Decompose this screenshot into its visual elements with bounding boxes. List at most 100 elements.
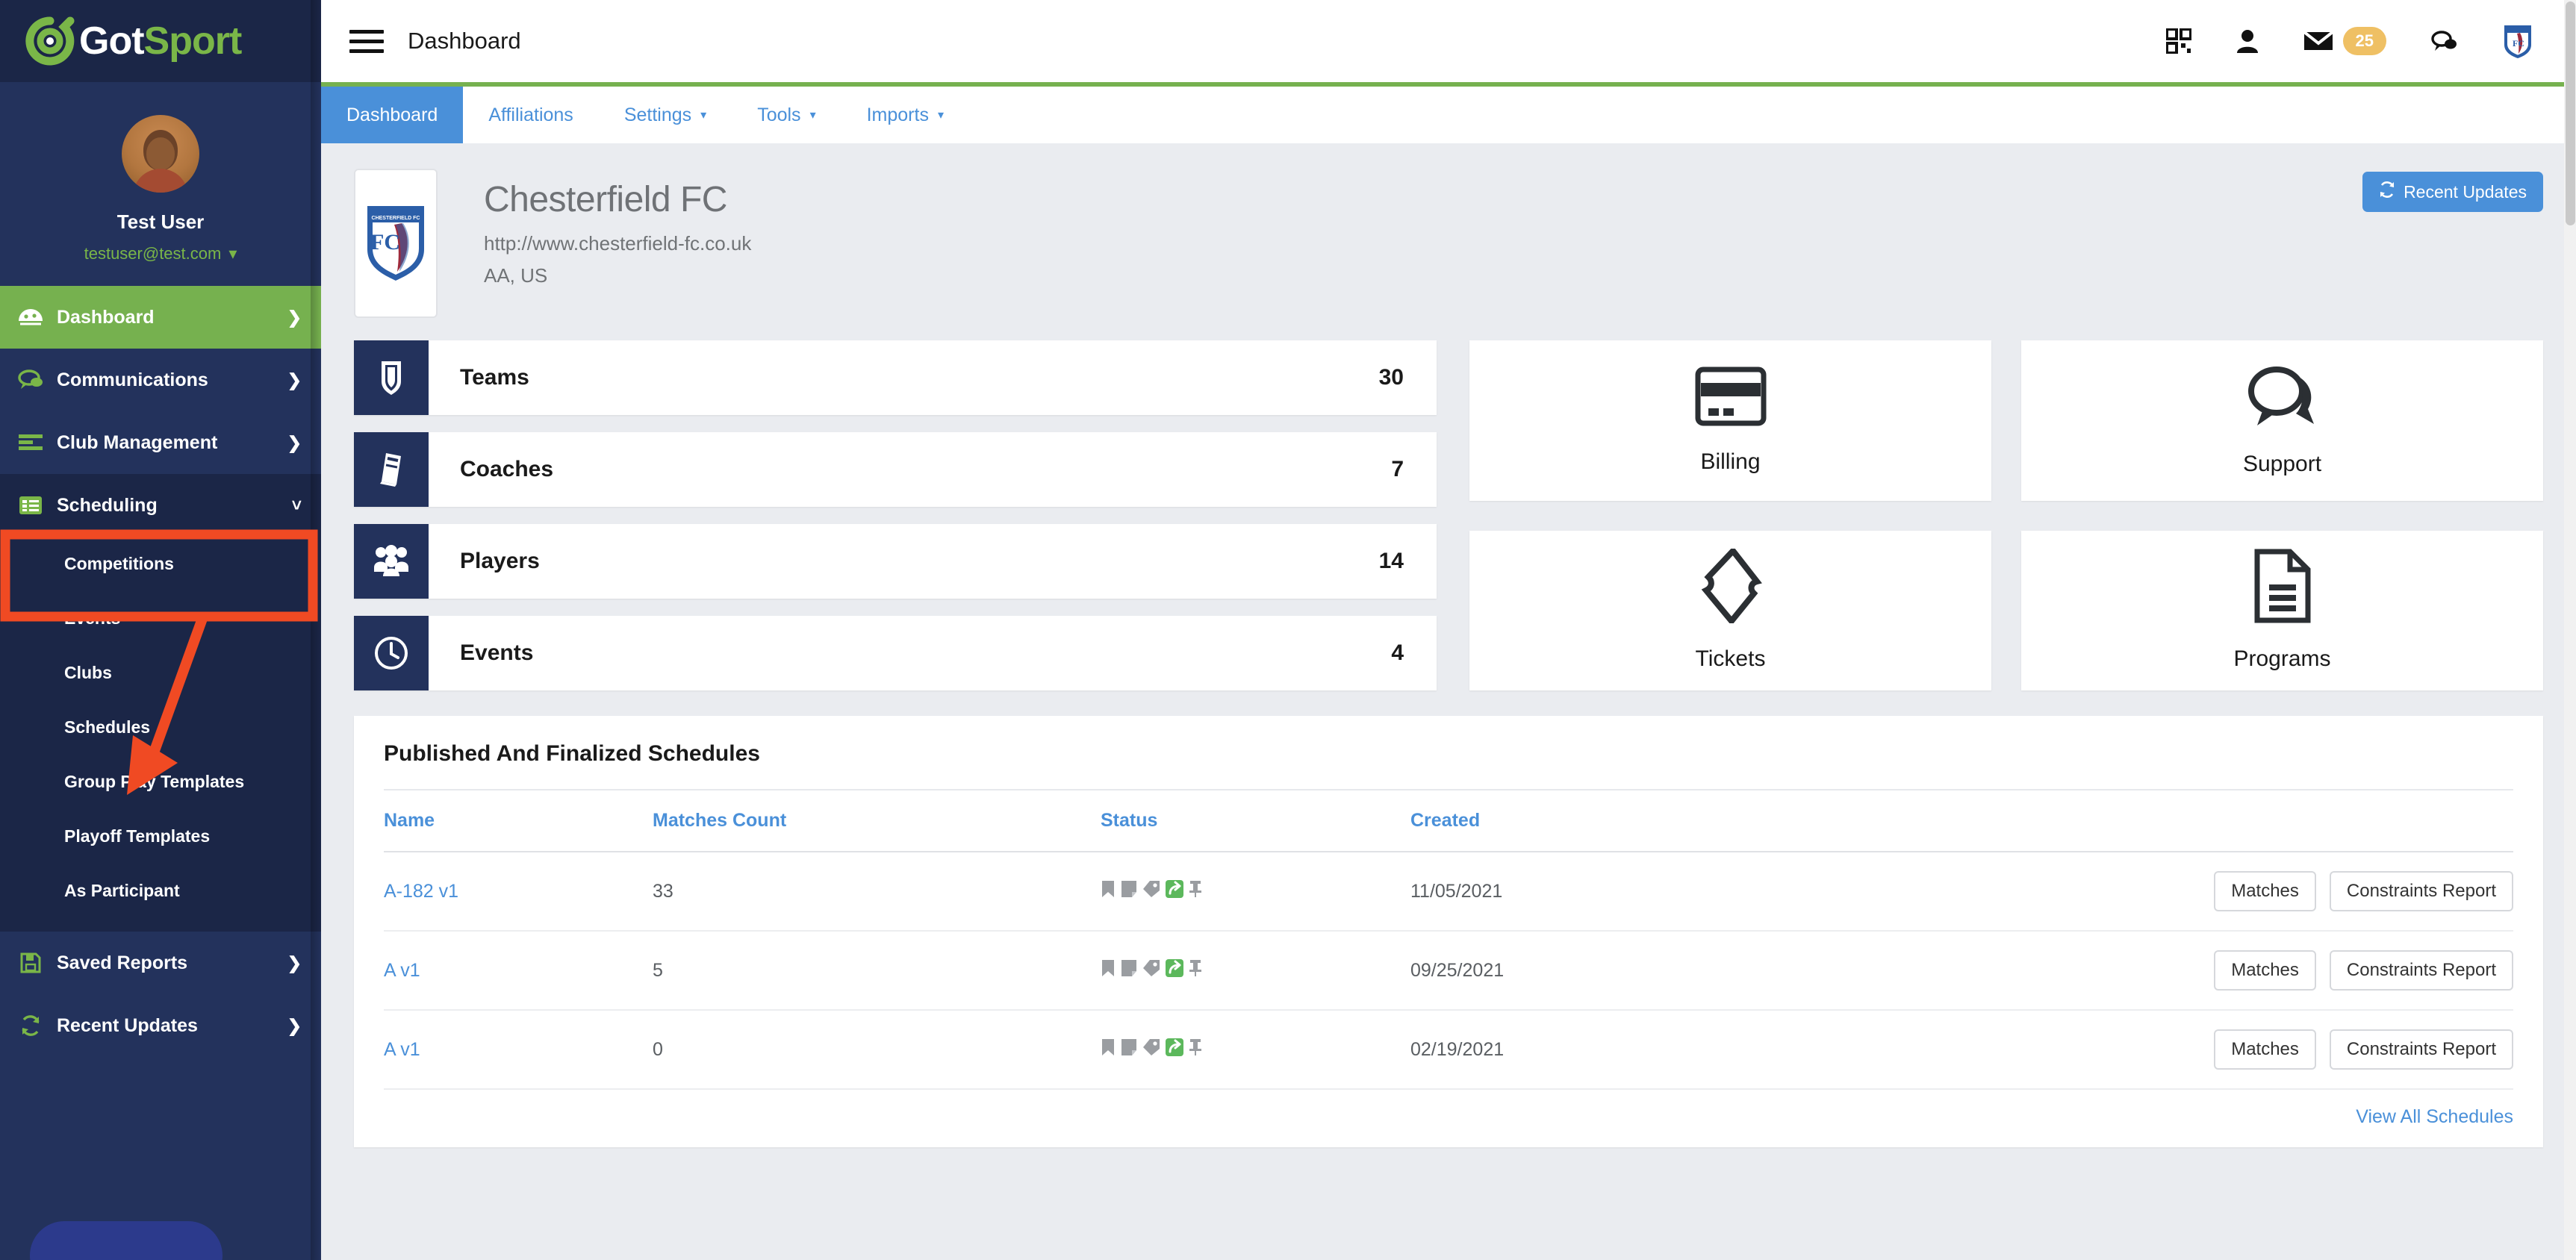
chesterfield-fc-crest-icon: CHESTERFIELD FC FC — [364, 203, 427, 284]
bookmark-icon[interactable] — [1101, 880, 1116, 903]
cell-name: A v1 — [384, 931, 653, 1011]
tag-icon[interactable] — [1142, 959, 1160, 982]
sidebar-item-dashboard[interactable]: Dashboard ❯ — [0, 286, 321, 349]
cell-status — [1101, 852, 1410, 932]
main-area: Dashboard 25 FC Dashboard Affiliations S… — [321, 0, 2576, 1260]
tab-imports[interactable]: Imports ▾ — [841, 87, 969, 143]
cell-matches-count: 0 — [653, 1010, 1101, 1090]
column-header-name[interactable]: Name — [384, 789, 653, 852]
tile-billing[interactable]: Billing — [1469, 340, 1991, 501]
share-publish-icon[interactable] — [1166, 1038, 1183, 1061]
stat-row-players[interactable]: Players 14 — [354, 524, 1437, 599]
pushpin-icon[interactable] — [1189, 959, 1202, 982]
sidebar-item-scheduling[interactable]: Scheduling ˅ — [0, 474, 321, 537]
sidebar-item-communications[interactable]: Communications ❯ — [0, 349, 321, 411]
tile-tickets[interactable]: Tickets — [1469, 530, 1991, 690]
constraints-report-button[interactable]: Constraints Report — [2329, 950, 2513, 991]
gotsport-target-logo-icon — [25, 16, 75, 66]
sticky-note-icon[interactable] — [1121, 959, 1137, 982]
column-header-status[interactable]: Status — [1101, 789, 1410, 852]
sidebar-subitem-competitions[interactable]: Competitions — [0, 537, 321, 591]
hamburger-menu-icon[interactable] — [349, 29, 384, 53]
sidebar-subitem-as-participant[interactable]: As Participant — [0, 864, 321, 918]
column-header-matches-count[interactable]: Matches Count — [653, 789, 1101, 852]
schedule-name-link[interactable]: A-182 v1 — [384, 881, 458, 902]
tab-affiliations[interactable]: Affiliations — [463, 87, 599, 143]
topbar: Dashboard 25 FC — [321, 0, 2576, 87]
avatar[interactable] — [122, 115, 199, 193]
stat-row-coaches[interactable]: Coaches 7 — [354, 432, 1437, 507]
club-crest-icon[interactable]: FC — [2503, 23, 2533, 59]
ticket-icon — [1699, 546, 1763, 627]
cell-status — [1101, 1010, 1410, 1090]
sidebar-item-saved-reports[interactable]: Saved Reports ❯ — [0, 932, 321, 994]
bookmark-icon[interactable] — [1101, 1038, 1116, 1061]
sticky-note-icon[interactable] — [1121, 1038, 1137, 1061]
tab-settings[interactable]: Settings ▾ — [599, 87, 732, 143]
sidebar-subitem-label: Events — [64, 608, 121, 628]
sticky-note-icon[interactable] — [1121, 880, 1137, 903]
tag-icon[interactable] — [1142, 1038, 1160, 1061]
pushpin-icon[interactable] — [1189, 1038, 1202, 1061]
view-all-schedules-link[interactable]: View All Schedules — [2356, 1106, 2513, 1127]
tile-support[interactable]: Support — [2021, 340, 2543, 501]
column-header-created[interactable]: Created — [1410, 789, 1761, 852]
share-publish-icon[interactable] — [1166, 879, 1183, 903]
tab-label: Imports — [866, 104, 929, 125]
profile-email-dropdown[interactable]: testuser@test.com ▾ — [0, 244, 321, 263]
cell-actions: Matches Constraints Report — [1761, 852, 2513, 932]
sidebar-subitem-group-play-templates[interactable]: Group Play Templates — [0, 755, 321, 809]
floppy-save-icon — [16, 952, 45, 973]
user-profile-icon[interactable] — [2236, 28, 2259, 54]
chat-help-widget[interactable] — [30, 1221, 223, 1260]
brand-logo[interactable]: GotSport — [0, 0, 321, 82]
sub-tabbar: Dashboard Affiliations Settings ▾ Tools ▾ … — [321, 87, 2576, 143]
matches-button[interactable]: Matches — [2214, 950, 2316, 991]
page-title: Dashboard — [408, 28, 521, 54]
sidebar-subitem-clubs[interactable]: Clubs — [0, 646, 321, 700]
list-bars-icon — [16, 434, 45, 452]
cell-actions: Matches Constraints Report — [1761, 931, 2513, 1011]
schedule-name-link[interactable]: A v1 — [384, 1039, 420, 1060]
vertical-scrollbar-thumb[interactable] — [2566, 1, 2575, 225]
stat-row-events[interactable]: Events 4 — [354, 616, 1437, 690]
stat-value: 7 — [1391, 457, 1404, 481]
share-publish-icon[interactable] — [1166, 958, 1183, 982]
sidebar-item-recent-updates[interactable]: Recent Updates ❯ — [0, 994, 321, 1057]
tile-label: Tickets — [1695, 646, 1766, 672]
tile-label: Billing — [1700, 449, 1761, 474]
qr-code-icon[interactable] — [2165, 28, 2191, 54]
chevron-right-icon: ❯ — [287, 1015, 302, 1035]
envelope-mail-icon[interactable]: 25 — [2303, 27, 2386, 55]
tile-programs[interactable]: Programs — [2021, 530, 2543, 690]
sidebar-subitem-events[interactable]: Events — [0, 591, 321, 646]
sidebar-subitem-label: Schedules — [64, 717, 151, 737]
tag-icon[interactable] — [1142, 880, 1160, 903]
svg-text:FC: FC — [370, 230, 400, 255]
tab-dashboard[interactable]: Dashboard — [321, 87, 464, 143]
stats-column: Teams 30 Coaches 7 Players 14 Events 4 — [354, 340, 1437, 690]
matches-button[interactable]: Matches — [2214, 871, 2316, 911]
chat-bubble-icon[interactable] — [2431, 30, 2458, 52]
tab-tools[interactable]: Tools ▾ — [732, 87, 841, 143]
constraints-report-button[interactable]: Constraints Report — [2329, 1029, 2513, 1070]
published-schedules-card: Published And Finalized Schedules Name M… — [354, 716, 2543, 1147]
stat-row-teams[interactable]: Teams 30 — [354, 340, 1437, 415]
sidebar-subitem-playoff-templates[interactable]: Playoff Templates — [0, 809, 321, 864]
constraints-report-button[interactable]: Constraints Report — [2329, 871, 2513, 911]
pushpin-icon[interactable] — [1189, 880, 1202, 903]
tab-label: Tools — [757, 104, 801, 125]
brand-name-sport: Sport — [143, 19, 243, 63]
sidebar-item-club-management[interactable]: Club Management ❯ — [0, 411, 321, 474]
schedule-name-link[interactable]: A v1 — [384, 960, 420, 981]
bookmark-icon[interactable] — [1101, 959, 1116, 982]
club-location: AA, US — [484, 264, 548, 287]
chevron-right-icon: ❯ — [287, 432, 302, 452]
sidebar-item-label: Club Management — [57, 431, 218, 453]
matches-button[interactable]: Matches — [2214, 1029, 2316, 1070]
sidebar-subitem-schedules[interactable]: Schedules — [0, 700, 321, 755]
recent-updates-button[interactable]: Recent Updates — [2362, 172, 2543, 212]
vertical-scrollbar-track[interactable] — [2564, 0, 2576, 1260]
cell-matches-count: 33 — [653, 852, 1101, 932]
shield-icon — [354, 340, 429, 415]
